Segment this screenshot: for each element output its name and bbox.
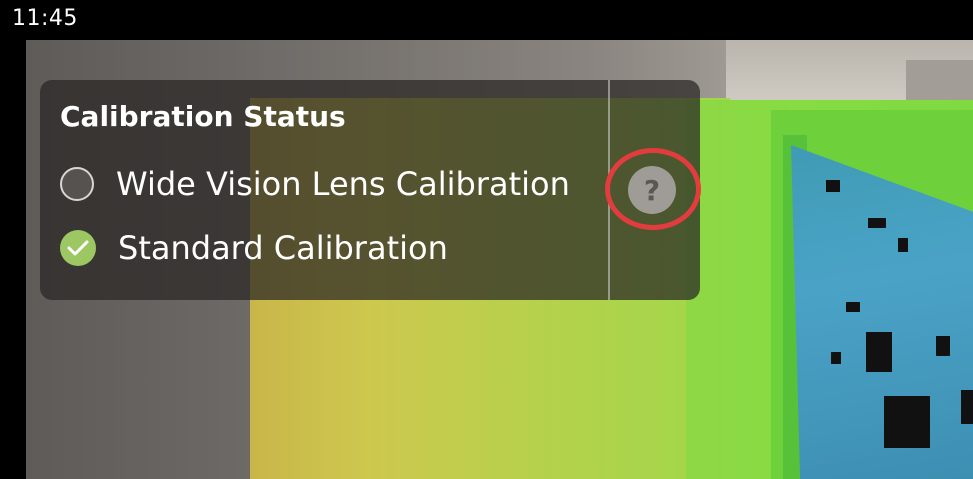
panel-title: Calibration Status <box>60 100 346 133</box>
help-question-icon[interactable]: ? <box>628 166 676 214</box>
depth-hole <box>961 390 973 424</box>
check-circle-icon <box>60 230 96 266</box>
status-time: 11:45 <box>12 6 78 31</box>
depth-hole <box>868 218 886 228</box>
left-bezel <box>0 40 26 479</box>
radio-empty-icon <box>60 167 94 201</box>
wide-vision-calibration-label: Wide Vision Lens Calibration <box>116 165 570 203</box>
standard-calibration-item[interactable]: Standard Calibration <box>60 228 448 268</box>
depth-hole <box>884 396 930 448</box>
depth-hole <box>826 180 840 192</box>
status-bar: 11:45 <box>0 0 973 40</box>
depth-hole <box>831 352 841 364</box>
depth-hole <box>846 302 860 312</box>
calibration-status-panel: Calibration Status Wide Vision Lens Cali… <box>40 80 700 300</box>
standard-calibration-label: Standard Calibration <box>118 229 448 267</box>
wide-vision-calibration-item[interactable]: Wide Vision Lens Calibration <box>60 164 570 204</box>
depth-hole <box>866 332 892 372</box>
checkmark-icon <box>67 240 89 256</box>
depth-hole <box>936 336 950 356</box>
depth-hole <box>898 238 908 252</box>
